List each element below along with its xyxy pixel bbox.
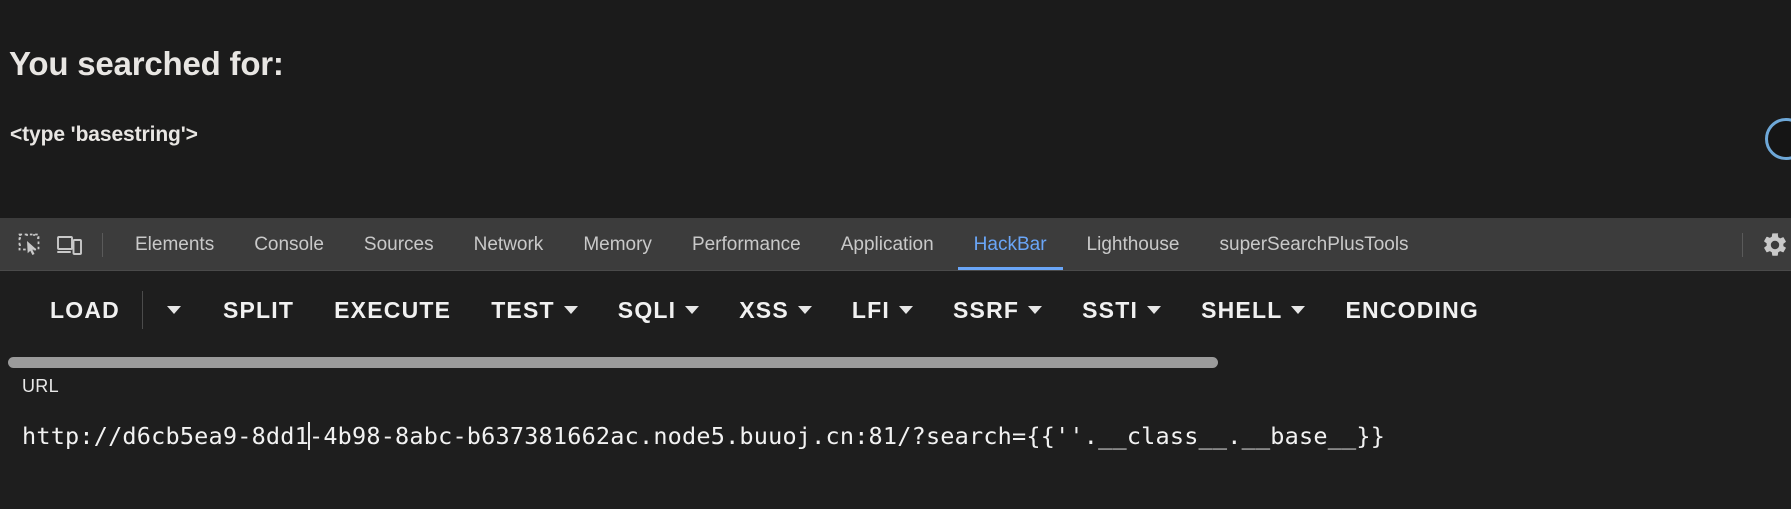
- tab-label: Performance: [691, 233, 801, 255]
- hackbar-sqli-button[interactable]: SQLI: [598, 289, 719, 332]
- tabbar-divider-right: [1742, 232, 1743, 257]
- hackbar-ssti-button[interactable]: SSTI: [1062, 289, 1181, 332]
- inspect-element-icon[interactable]: [10, 225, 50, 265]
- url-label: URL: [22, 376, 59, 396]
- tab-sources[interactable]: Sources: [344, 219, 454, 270]
- hackbar-toolbar: LOAD SPLIT EXECUTE TEST SQLI XSS LFI SSR…: [0, 271, 1791, 349]
- page-title: You searched for:: [9, 45, 284, 82]
- tab-label: Elements: [135, 233, 215, 255]
- url-input-text: http://d6cb5ea9-8dd1-4b98-8abc-b63738166…: [22, 422, 1385, 450]
- hackbar-url-field: URL http://d6cb5ea9-8dd1-4b98-8abc-b6373…: [0, 376, 1791, 459]
- tab-hackbar[interactable]: HackBar: [954, 219, 1067, 270]
- chevron-down-icon: [685, 306, 700, 314]
- hackbar-load-dropdown-button[interactable]: [145, 296, 203, 324]
- chevron-down-icon: [166, 306, 181, 314]
- hackbar-test-button[interactable]: TEST: [471, 289, 598, 332]
- devtools-tabbar: Elements Console Sources Network Memory …: [0, 219, 1791, 271]
- hackbar-separator: [141, 291, 143, 329]
- hackbar-encoding-button[interactable]: ENCODING: [1325, 289, 1499, 332]
- chevron-down-icon: [898, 306, 913, 314]
- hackbar-load-button[interactable]: LOAD: [30, 289, 140, 332]
- tab-memory[interactable]: Memory: [563, 219, 672, 270]
- button-label: TEST: [491, 296, 555, 323]
- tab-network[interactable]: Network: [454, 219, 564, 270]
- device-toolbar-icon[interactable]: [50, 225, 90, 265]
- scrollbar-thumb[interactable]: [8, 357, 1218, 368]
- hackbar-lfi-button[interactable]: LFI: [832, 289, 933, 332]
- devtools-tool-icons: [0, 219, 115, 270]
- devtools-tabs: Elements Console Sources Network Memory …: [115, 219, 1429, 270]
- button-label: SHELL: [1201, 296, 1283, 323]
- button-label: SSRF: [952, 296, 1020, 323]
- tab-label: Console: [254, 233, 324, 255]
- decorative-circle: [1765, 118, 1791, 160]
- devtools-tabbar-right: [1738, 219, 1791, 270]
- hackbar-execute-button[interactable]: EXECUTE: [314, 289, 471, 332]
- button-label: SSTI: [1082, 296, 1139, 323]
- tab-label: Sources: [363, 233, 434, 255]
- button-label: EXECUTE: [334, 296, 452, 323]
- hackbar-ssrf-button[interactable]: SSRF: [933, 289, 1062, 332]
- tab-label: HackBar: [973, 233, 1047, 255]
- tab-label: Application: [840, 233, 934, 255]
- hackbar-panel: LOAD SPLIT EXECUTE TEST SQLI XSS LFI SSR…: [0, 271, 1791, 509]
- chevron-down-icon: [1147, 306, 1162, 314]
- tabbar-divider: [102, 232, 103, 257]
- button-label: ENCODING: [1345, 296, 1480, 323]
- tab-supersearchplustools[interactable]: superSearchPlusTools: [1200, 219, 1429, 270]
- tab-application[interactable]: Application: [821, 219, 954, 270]
- tab-elements[interactable]: Elements: [115, 219, 234, 270]
- tab-performance[interactable]: Performance: [672, 219, 821, 270]
- gear-icon[interactable]: [1753, 223, 1791, 267]
- hackbar-shell-button[interactable]: SHELL: [1181, 289, 1325, 332]
- tab-label: Memory: [583, 233, 652, 255]
- button-label: SPLIT: [222, 296, 295, 323]
- tab-label: Network: [473, 233, 544, 255]
- chevron-down-icon: [1291, 306, 1306, 314]
- hackbar-split-button[interactable]: SPLIT: [203, 289, 314, 332]
- chevron-down-icon: [797, 306, 812, 314]
- url-text-before-caret: http://d6cb5ea9-8dd1: [22, 422, 309, 450]
- tab-label: superSearchPlusTools: [1219, 233, 1409, 255]
- url-input[interactable]: http://d6cb5ea9-8dd1-4b98-8abc-b63738166…: [22, 413, 1769, 459]
- chevron-down-icon: [1028, 306, 1043, 314]
- hackbar-toolbar-scrollbar[interactable]: [8, 357, 1783, 368]
- button-label: XSS: [739, 296, 789, 323]
- page-viewport: You searched for: <type 'basestring'>: [0, 0, 1791, 218]
- url-text-after-caret: -4b98-8abc-b637381662ac.node5.buuoj.cn:8…: [308, 422, 1386, 450]
- button-label: LFI: [851, 296, 890, 323]
- button-label: LOAD: [50, 296, 120, 323]
- tab-lighthouse[interactable]: Lighthouse: [1067, 219, 1200, 270]
- button-label: SQLI: [617, 296, 677, 323]
- search-result-text: <type 'basestring'>: [10, 123, 198, 146]
- tab-label: Lighthouse: [1086, 233, 1180, 255]
- hackbar-xss-button[interactable]: XSS: [719, 289, 832, 332]
- chevron-down-icon: [563, 306, 578, 314]
- tab-console[interactable]: Console: [234, 219, 344, 270]
- devtools-panel: Elements Console Sources Network Memory …: [0, 218, 1791, 509]
